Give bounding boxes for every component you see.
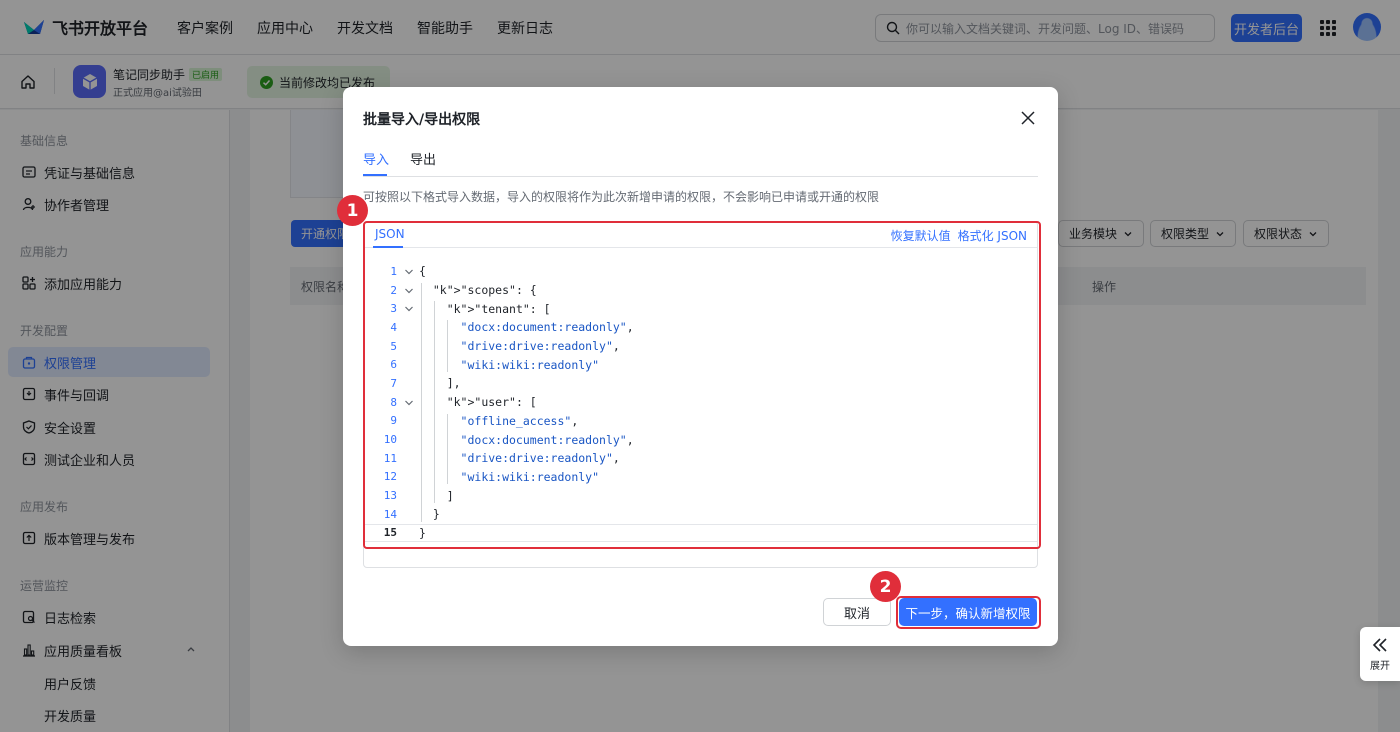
tab-import[interactable]: 导入	[363, 149, 389, 168]
active-tab-indicator	[363, 174, 387, 176]
double-chevron-left-icon	[1372, 638, 1387, 652]
dialog-title: 批量导入/导出权限	[363, 112, 481, 128]
annotation-badge-1: 1	[337, 195, 368, 226]
expand-panel-button[interactable]: 展开	[1360, 627, 1400, 681]
dialog-tabs: 导入 导出	[363, 149, 1038, 177]
annotation-box-editor	[363, 221, 1041, 549]
annotation-box-next-button	[896, 596, 1041, 629]
close-icon[interactable]	[1019, 109, 1037, 127]
annotation-badge-2: 2	[870, 571, 901, 602]
expand-label: 展开	[1370, 661, 1390, 672]
cancel-button[interactable]: 取消	[823, 598, 891, 626]
import-description: 可按照以下格式导入数据，导入的权限将作为此次新增申请的权限，不会影响已申请或开通…	[363, 190, 880, 204]
tab-export[interactable]: 导出	[410, 149, 436, 168]
